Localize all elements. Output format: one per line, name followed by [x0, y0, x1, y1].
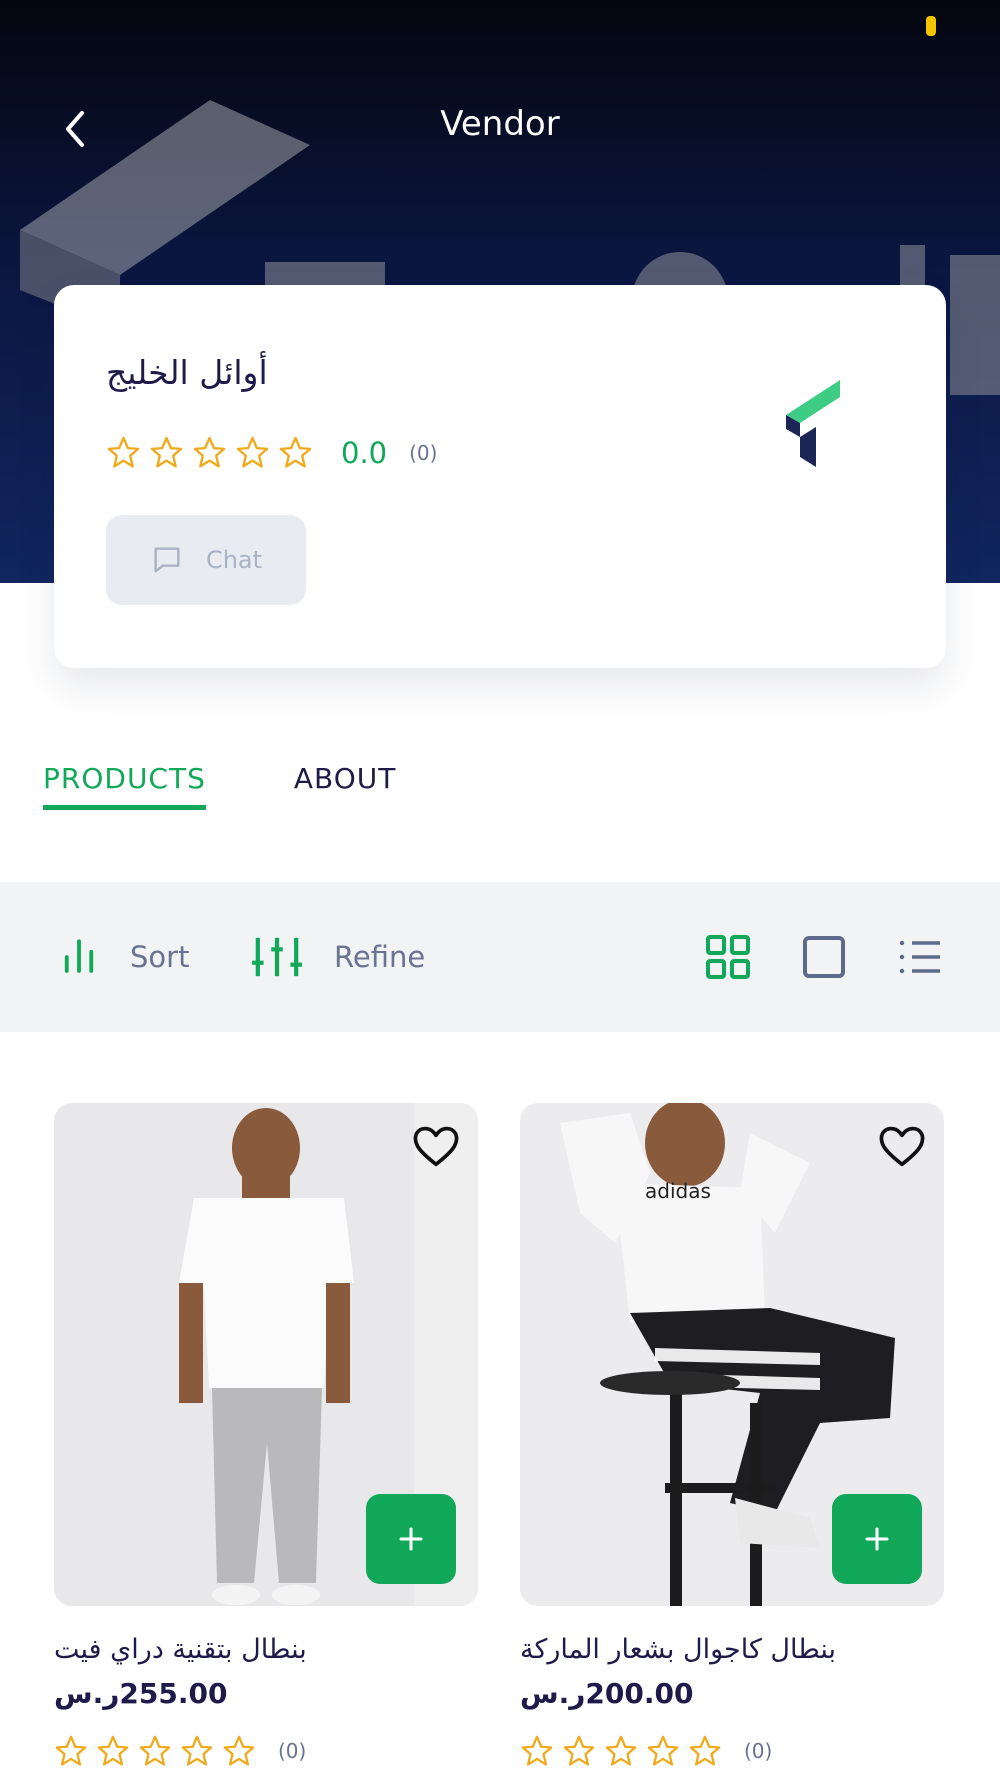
- star-outline-icon: [139, 1735, 171, 1766]
- rating-value: 0.0: [341, 435, 388, 470]
- product-price: 200.00ر.س: [520, 1677, 694, 1710]
- product-image[interactable]: [54, 1103, 478, 1606]
- star-outline-icon: [236, 436, 269, 468]
- rating-count: (0): [409, 440, 438, 465]
- sort-label: Sort: [130, 940, 190, 974]
- star-outline-icon: [55, 1735, 87, 1766]
- product-rating: (0): [520, 1734, 944, 1768]
- sort-bars-icon: [64, 939, 94, 973]
- star-outline-icon: [193, 436, 226, 468]
- single-view-icon[interactable]: [800, 933, 848, 981]
- rating-stars: [106, 435, 313, 470]
- chat-label: Chat: [205, 546, 263, 574]
- star-outline-icon: [97, 1735, 129, 1766]
- star-outline-icon: [223, 1735, 255, 1766]
- star-outline-icon: [107, 436, 140, 468]
- status-indicator: [926, 16, 936, 36]
- refine-label: Refine: [334, 940, 426, 974]
- plus-icon: [399, 1527, 423, 1551]
- vendor-logo: [786, 380, 840, 467]
- sliders-icon: [252, 937, 302, 977]
- star-outline-icon: [279, 436, 312, 468]
- list-view-icon[interactable]: [896, 933, 944, 981]
- vendor-rating: 0.0 (0): [106, 435, 437, 470]
- product-name: بنطال كاجوال بشعار الماركة: [520, 1634, 837, 1665]
- star-outline-icon: [605, 1735, 637, 1766]
- page-title: Vendor: [440, 104, 560, 144]
- star-outline-icon: [150, 436, 183, 468]
- tab-about[interactable]: ABOUT: [294, 762, 397, 810]
- vendor-card: أوائل الخليج 0.0 (0) Chat: [54, 285, 946, 668]
- heart-icon[interactable]: [410, 1121, 462, 1173]
- refine-button[interactable]: Refine: [250, 882, 425, 1032]
- vendor-name: أوائل الخليج: [106, 353, 268, 392]
- star-outline-icon: [647, 1735, 679, 1766]
- vendor-page: Vendor أوائل الخليج 0.0 (0) Chat PRODUCT…: [0, 0, 1000, 1778]
- svg-text:adidas: adidas: [645, 1179, 711, 1203]
- star-outline-icon: [689, 1735, 721, 1766]
- star-outline-icon: [563, 1735, 595, 1766]
- product-rating: (0): [54, 1734, 478, 1768]
- vendor-tabs: PRODUCTS ABOUT: [43, 762, 396, 810]
- sort-button[interactable]: Sort: [58, 882, 189, 1032]
- product-card[interactable]: adidas بنطال كاجوال بشعار الماركة 200.00…: [520, 1103, 944, 1768]
- add-to-cart-button[interactable]: [832, 1494, 922, 1584]
- product-rating-count: (0): [278, 1739, 307, 1763]
- add-to-cart-button[interactable]: [366, 1494, 456, 1584]
- plus-icon: [865, 1527, 889, 1551]
- chat-bubble-icon: [154, 547, 180, 573]
- product-toolbar: Sort Refine: [0, 882, 1000, 1032]
- star-outline-icon: [181, 1735, 213, 1766]
- product-name: بنطال بتقنية دراي فيت: [54, 1634, 307, 1665]
- product-price: 255.00ر.س: [54, 1677, 228, 1710]
- product-image[interactable]: adidas: [520, 1103, 944, 1606]
- grid-view-icon[interactable]: [704, 933, 752, 981]
- product-rating-count: (0): [744, 1739, 773, 1763]
- tab-products[interactable]: PRODUCTS: [43, 762, 206, 810]
- star-outline-icon: [521, 1735, 553, 1766]
- heart-icon[interactable]: [876, 1121, 928, 1173]
- product-card[interactable]: بنطال بتقنية دراي فيت 255.00ر.س (0): [54, 1103, 478, 1768]
- chat-button[interactable]: Chat: [106, 515, 306, 605]
